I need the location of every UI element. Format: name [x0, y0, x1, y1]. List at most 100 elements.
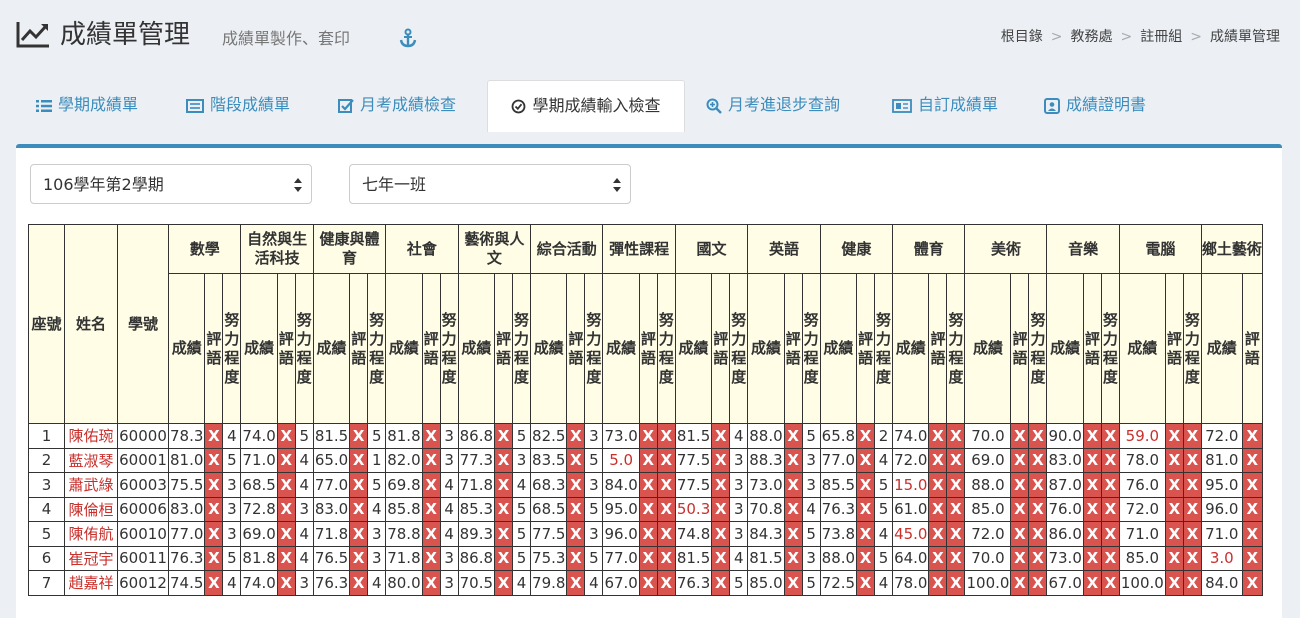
missing-mark[interactable]: X	[1010, 521, 1030, 547]
missing-mark[interactable]: X	[421, 472, 441, 498]
missing-mark[interactable]: X	[494, 496, 514, 522]
missing-mark[interactable]: X	[1182, 496, 1202, 522]
missing-mark[interactable]: X	[1164, 570, 1184, 596]
missing-mark[interactable]: X	[656, 570, 676, 596]
missing-mark[interactable]: X	[783, 447, 803, 473]
missing-mark[interactable]: X	[349, 570, 369, 596]
missing-mark[interactable]: X	[656, 447, 676, 473]
missing-mark[interactable]: X	[1010, 472, 1030, 498]
missing-mark[interactable]: X	[711, 496, 731, 522]
missing-mark[interactable]: X	[783, 423, 803, 449]
missing-mark[interactable]: X	[1164, 447, 1184, 473]
missing-mark[interactable]: X	[276, 570, 296, 596]
missing-mark[interactable]: X	[1241, 545, 1263, 571]
missing-mark[interactable]: X	[1100, 545, 1120, 571]
missing-mark[interactable]: X	[783, 472, 803, 498]
missing-mark[interactable]: X	[1010, 423, 1030, 449]
missing-mark[interactable]: X	[1082, 521, 1102, 547]
anchor-icon[interactable]	[398, 28, 418, 48]
missing-mark[interactable]: X	[1241, 570, 1263, 596]
tab-semester-report[interactable]: 學期成績單	[36, 80, 138, 130]
tab-semester-input-check[interactable]: 學期成績輸入檢查	[487, 80, 685, 132]
missing-mark[interactable]: X	[1028, 545, 1048, 571]
missing-mark[interactable]: X	[276, 496, 296, 522]
missing-mark[interactable]: X	[204, 472, 224, 498]
missing-mark[interactable]: X	[1010, 545, 1030, 571]
breadcrumb-registry[interactable]: 註冊組	[1140, 29, 1182, 45]
missing-mark[interactable]: X	[1241, 423, 1263, 449]
missing-mark[interactable]: X	[1241, 472, 1263, 498]
missing-mark[interactable]: X	[1082, 545, 1102, 571]
missing-mark[interactable]: X	[566, 447, 586, 473]
missing-mark[interactable]: X	[276, 447, 296, 473]
missing-mark[interactable]: X	[1182, 447, 1202, 473]
missing-mark[interactable]: X	[928, 423, 948, 449]
missing-mark[interactable]: X	[1100, 472, 1120, 498]
missing-mark[interactable]: X	[1028, 521, 1048, 547]
missing-mark[interactable]: X	[1010, 496, 1030, 522]
missing-mark[interactable]: X	[638, 521, 658, 547]
missing-mark[interactable]: X	[1100, 521, 1120, 547]
missing-mark[interactable]: X	[204, 521, 224, 547]
missing-mark[interactable]: X	[711, 423, 731, 449]
missing-mark[interactable]: X	[946, 496, 966, 522]
missing-mark[interactable]: X	[276, 423, 296, 449]
missing-mark[interactable]: X	[946, 447, 966, 473]
missing-mark[interactable]: X	[856, 472, 876, 498]
missing-mark[interactable]: X	[1028, 496, 1048, 522]
missing-mark[interactable]: X	[946, 472, 966, 498]
missing-mark[interactable]: X	[1028, 570, 1048, 596]
missing-mark[interactable]: X	[638, 472, 658, 498]
missing-mark[interactable]: X	[1182, 521, 1202, 547]
missing-mark[interactable]: X	[421, 423, 441, 449]
missing-mark[interactable]: X	[711, 545, 731, 571]
missing-mark[interactable]: X	[928, 496, 948, 522]
student-name[interactable]: 陳佑琬	[64, 423, 118, 449]
missing-mark[interactable]: X	[1100, 447, 1120, 473]
missing-mark[interactable]: X	[349, 447, 369, 473]
missing-mark[interactable]: X	[1182, 570, 1202, 596]
missing-mark[interactable]: X	[1010, 570, 1030, 596]
missing-mark[interactable]: X	[494, 447, 514, 473]
missing-mark[interactable]: X	[1100, 570, 1120, 596]
missing-mark[interactable]: X	[638, 496, 658, 522]
missing-mark[interactable]: X	[276, 521, 296, 547]
missing-mark[interactable]: X	[1182, 545, 1202, 571]
student-name[interactable]: 陳倫桓	[64, 496, 118, 522]
missing-mark[interactable]: X	[856, 521, 876, 547]
missing-mark[interactable]: X	[946, 423, 966, 449]
missing-mark[interactable]: X	[856, 447, 876, 473]
missing-mark[interactable]: X	[783, 521, 803, 547]
missing-mark[interactable]: X	[349, 423, 369, 449]
missing-mark[interactable]: X	[711, 447, 731, 473]
missing-mark[interactable]: X	[204, 423, 224, 449]
missing-mark[interactable]: X	[494, 472, 514, 498]
missing-mark[interactable]: X	[566, 496, 586, 522]
missing-mark[interactable]: X	[566, 545, 586, 571]
tab-stage-report[interactable]: 階段成績單	[186, 80, 290, 130]
missing-mark[interactable]: X	[1182, 472, 1202, 498]
missing-mark[interactable]: X	[1241, 521, 1263, 547]
missing-mark[interactable]: X	[928, 570, 948, 596]
breadcrumb-academic-affairs[interactable]: 教務處	[1071, 29, 1113, 45]
missing-mark[interactable]: X	[494, 521, 514, 547]
missing-mark[interactable]: X	[1082, 447, 1102, 473]
student-name[interactable]: 陳侑航	[64, 521, 118, 547]
student-name[interactable]: 崔冠宇	[64, 545, 118, 571]
missing-mark[interactable]: X	[421, 447, 441, 473]
missing-mark[interactable]: X	[494, 545, 514, 571]
tab-custom-report[interactable]: 自訂成績單	[892, 80, 998, 130]
missing-mark[interactable]: X	[349, 545, 369, 571]
missing-mark[interactable]: X	[638, 570, 658, 596]
missing-mark[interactable]: X	[1100, 496, 1120, 522]
missing-mark[interactable]: X	[928, 447, 948, 473]
missing-mark[interactable]: X	[1241, 496, 1263, 522]
missing-mark[interactable]: X	[1082, 570, 1102, 596]
missing-mark[interactable]: X	[1028, 423, 1048, 449]
missing-mark[interactable]: X	[856, 496, 876, 522]
missing-mark[interactable]: X	[566, 570, 586, 596]
missing-mark[interactable]: X	[349, 496, 369, 522]
class-select[interactable]: 七年一班	[349, 164, 631, 204]
tab-monthly-exam-check[interactable]: 月考成績檢查	[338, 80, 456, 130]
missing-mark[interactable]: X	[783, 570, 803, 596]
